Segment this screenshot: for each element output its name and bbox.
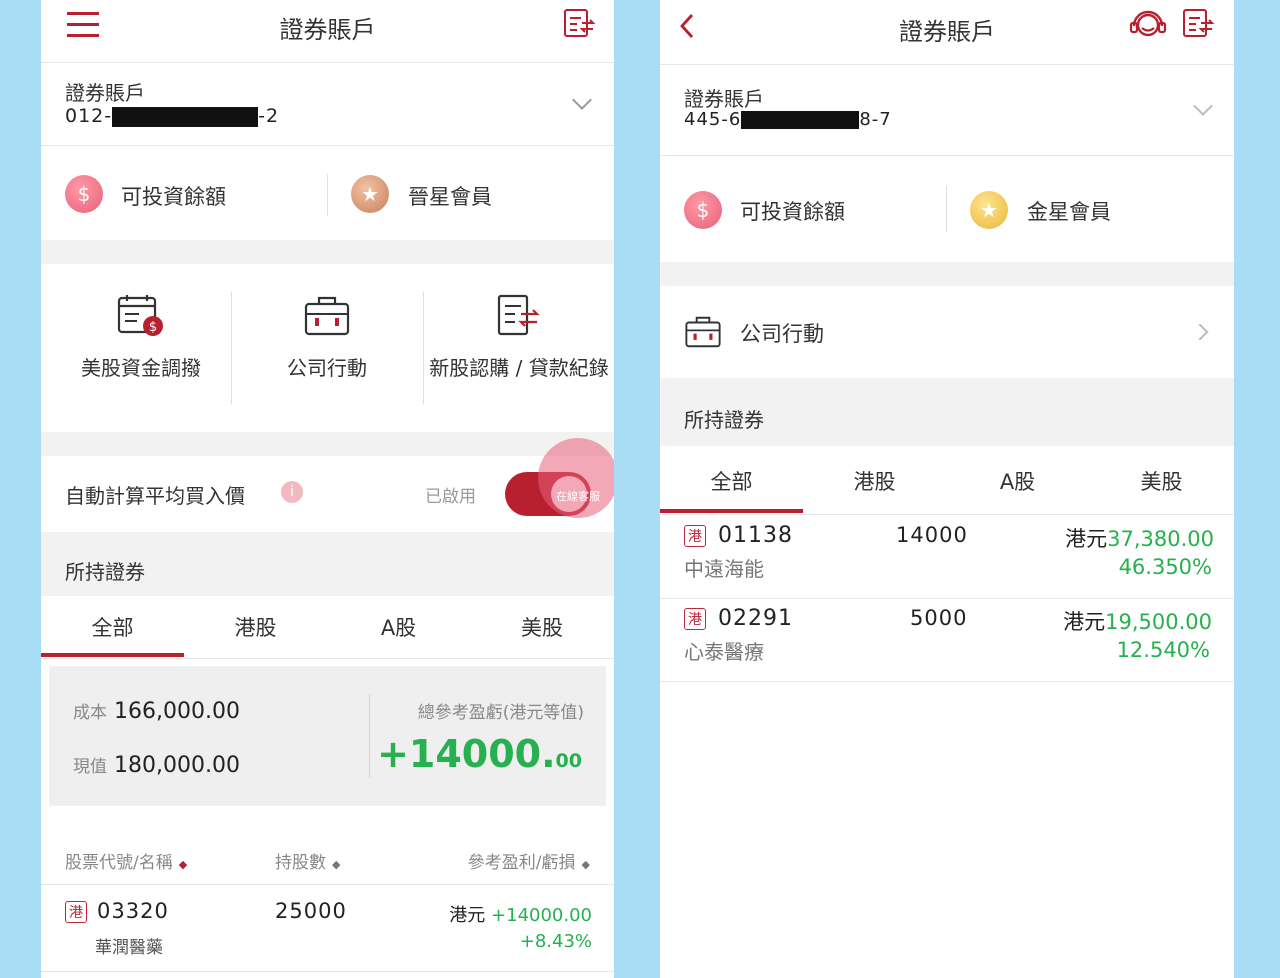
dollar-coin-icon: $ — [684, 191, 722, 229]
briefcase-icon — [304, 296, 350, 336]
holdings-title: 所持證券 — [660, 378, 1234, 446]
star-coin-icon: ★ — [351, 175, 389, 213]
market-value: 港元19,500.00 — [1063, 610, 1212, 634]
shares-held: 5000 — [910, 606, 968, 630]
cost-row: 成本 166,000.00 — [73, 699, 240, 724]
holdings-tabs: 全部 港股 A股 美股 — [660, 446, 1234, 515]
tab-a-share[interactable]: A股 — [327, 612, 470, 642]
value-row: 現值 180,000.00 — [73, 753, 240, 778]
page-title: 證券賬戶 — [279, 16, 376, 44]
profit-loss-percent: +8.43% — [519, 931, 592, 952]
tab-a-share[interactable]: A股 — [946, 466, 1089, 496]
star-coin-icon: ★ — [970, 191, 1008, 229]
holdings-summary: 成本 166,000.00 現值 180,000.00 總參考盈虧(港元等值) … — [49, 666, 606, 806]
customer-service-icon[interactable] — [1128, 8, 1168, 44]
profit-loss-percent: 12.540% — [1116, 638, 1210, 662]
hk-market-badge: 港 — [684, 608, 706, 630]
account-label: 證券賬戶 — [684, 87, 764, 111]
profit-loss: 港元 +14000.00 — [449, 905, 592, 926]
tab-all[interactable]: 全部 — [41, 612, 184, 642]
quick-action-label: 美股資金調撥 — [81, 356, 201, 380]
us-fund-transfer-icon: $ — [117, 295, 163, 336]
active-tab-indicator — [41, 653, 184, 657]
us-fund-transfer-button[interactable]: $ 美股資金調撥 — [51, 294, 231, 380]
table-row[interactable]: 港 01138 中遠海能 14000 港元37,380.00 46.350% — [660, 515, 1234, 599]
corporate-action-row[interactable]: 公司行動 — [660, 286, 1234, 378]
active-tab-indicator — [660, 509, 803, 513]
table-row[interactable]: 港 03320 華潤醫藥 25000 港元 +14000.00 +8.43% — [41, 885, 614, 972]
account-selector[interactable]: 證券賬戶 445-6 8-7 — [660, 65, 1234, 156]
quick-actions: $ 美股資金調撥 公司行動 新股認購 / 貸款紀錄 — [41, 264, 614, 432]
shares-held: 25000 — [275, 899, 347, 923]
chevron-down-icon[interactable] — [572, 90, 592, 110]
holdings-columns: 股票代號/名稱 ◆ 持股數 ◆ 參考盈利/虧損 ◆ — [41, 840, 614, 885]
total-pl-value: +14000.00 — [377, 732, 582, 776]
balance-badge[interactable]: 可投資餘額 — [740, 196, 845, 226]
tab-us[interactable]: 美股 — [1089, 466, 1234, 496]
record-icon[interactable] — [1182, 8, 1216, 40]
member-badge[interactable]: 晉星會員 — [408, 181, 492, 211]
profit-loss-percent: 46.350% — [1118, 555, 1212, 579]
holdings-tabs: 全部 港股 A股 美股 — [41, 596, 614, 659]
auto-average-status: 已啟用 — [425, 487, 476, 507]
corporate-action-label: 公司行動 — [740, 322, 824, 346]
auto-average-row: 自動計算平均買入價 i 已啟用 — [41, 456, 614, 532]
account-selector[interactable]: 證券賬戶 012- -2 — [41, 63, 614, 146]
dollar-coin-icon: $ — [65, 175, 103, 213]
right-phone-screen: 證券賬戶 證券賬戶 445-6 8-7 $ 可投資餘額 ★ 金星會員 公司行動 … — [660, 0, 1234, 978]
left-phone-screen: 證券賬戶 證券賬戶 012- -2 $ 可投資餘額 ★ 晉星會員 $ 美股資金調… — [41, 0, 614, 978]
tab-hk[interactable]: 港股 — [184, 612, 327, 642]
header: 證券賬戶 — [660, 0, 1234, 65]
stock-name: 心泰醫療 — [684, 640, 764, 664]
stock-code: 02291 — [718, 606, 793, 631]
column-profit-loss[interactable]: 參考盈利/虧損 ◆ — [468, 848, 590, 873]
hk-market-badge: 港 — [684, 525, 706, 547]
stock-name: 中遠海能 — [684, 557, 764, 581]
balance-badge[interactable]: 可投資餘額 — [121, 181, 226, 211]
briefcase-icon — [685, 316, 721, 348]
table-row[interactable]: 港 02291 心泰醫療 5000 港元19,500.00 12.540% — [660, 598, 1234, 682]
chevron-down-icon[interactable] — [1193, 96, 1213, 116]
auto-average-label: 自動計算平均買入價 — [65, 484, 245, 508]
svg-text:$: $ — [149, 320, 157, 335]
member-badge[interactable]: 金星會員 — [1027, 196, 1111, 226]
badge-row: $ 可投資餘額 ★ 晉星會員 — [41, 146, 614, 242]
quick-action-label: 公司行動 — [287, 356, 367, 380]
market-value: 港元37,380.00 — [1065, 527, 1214, 551]
tab-us[interactable]: 美股 — [470, 612, 614, 642]
account-label: 證券賬戶 — [65, 81, 145, 105]
header: 證券賬戶 — [41, 0, 614, 63]
shares-held: 14000 — [896, 523, 968, 547]
chevron-right-icon — [1191, 323, 1209, 341]
online-support-fab[interactable]: 在線客服 — [538, 438, 614, 518]
corporate-action-button[interactable]: 公司行動 — [237, 294, 417, 380]
tab-all[interactable]: 全部 — [660, 466, 803, 496]
record-icon[interactable] — [563, 8, 597, 40]
ipo-record-button[interactable]: 新股認購 / 貸款紀錄 — [425, 294, 613, 380]
stock-code: 03320 — [97, 899, 169, 923]
tab-hk[interactable]: 港股 — [803, 466, 946, 496]
account-number: 445-6 8-7 — [684, 109, 892, 130]
stock-name: 華潤醫藥 — [95, 938, 163, 958]
column-shares[interactable]: 持股數 ◆ — [275, 848, 340, 873]
total-pl-label: 總參考盈虧(港元等值) — [417, 703, 584, 723]
badge-row: $ 可投資餘額 ★ 金星會員 — [660, 156, 1234, 262]
account-number: 012- -2 — [65, 105, 280, 127]
column-code-name[interactable]: 股票代號/名稱 ◆ — [65, 848, 187, 873]
ipo-record-icon — [497, 294, 540, 336]
quick-action-label: 新股認購 / 貸款紀錄 — [429, 356, 609, 380]
info-icon[interactable]: i — [281, 481, 303, 503]
holdings-title: 所持證券 — [41, 532, 614, 596]
stock-code: 01138 — [718, 523, 793, 548]
hk-market-badge: 港 — [65, 901, 87, 923]
